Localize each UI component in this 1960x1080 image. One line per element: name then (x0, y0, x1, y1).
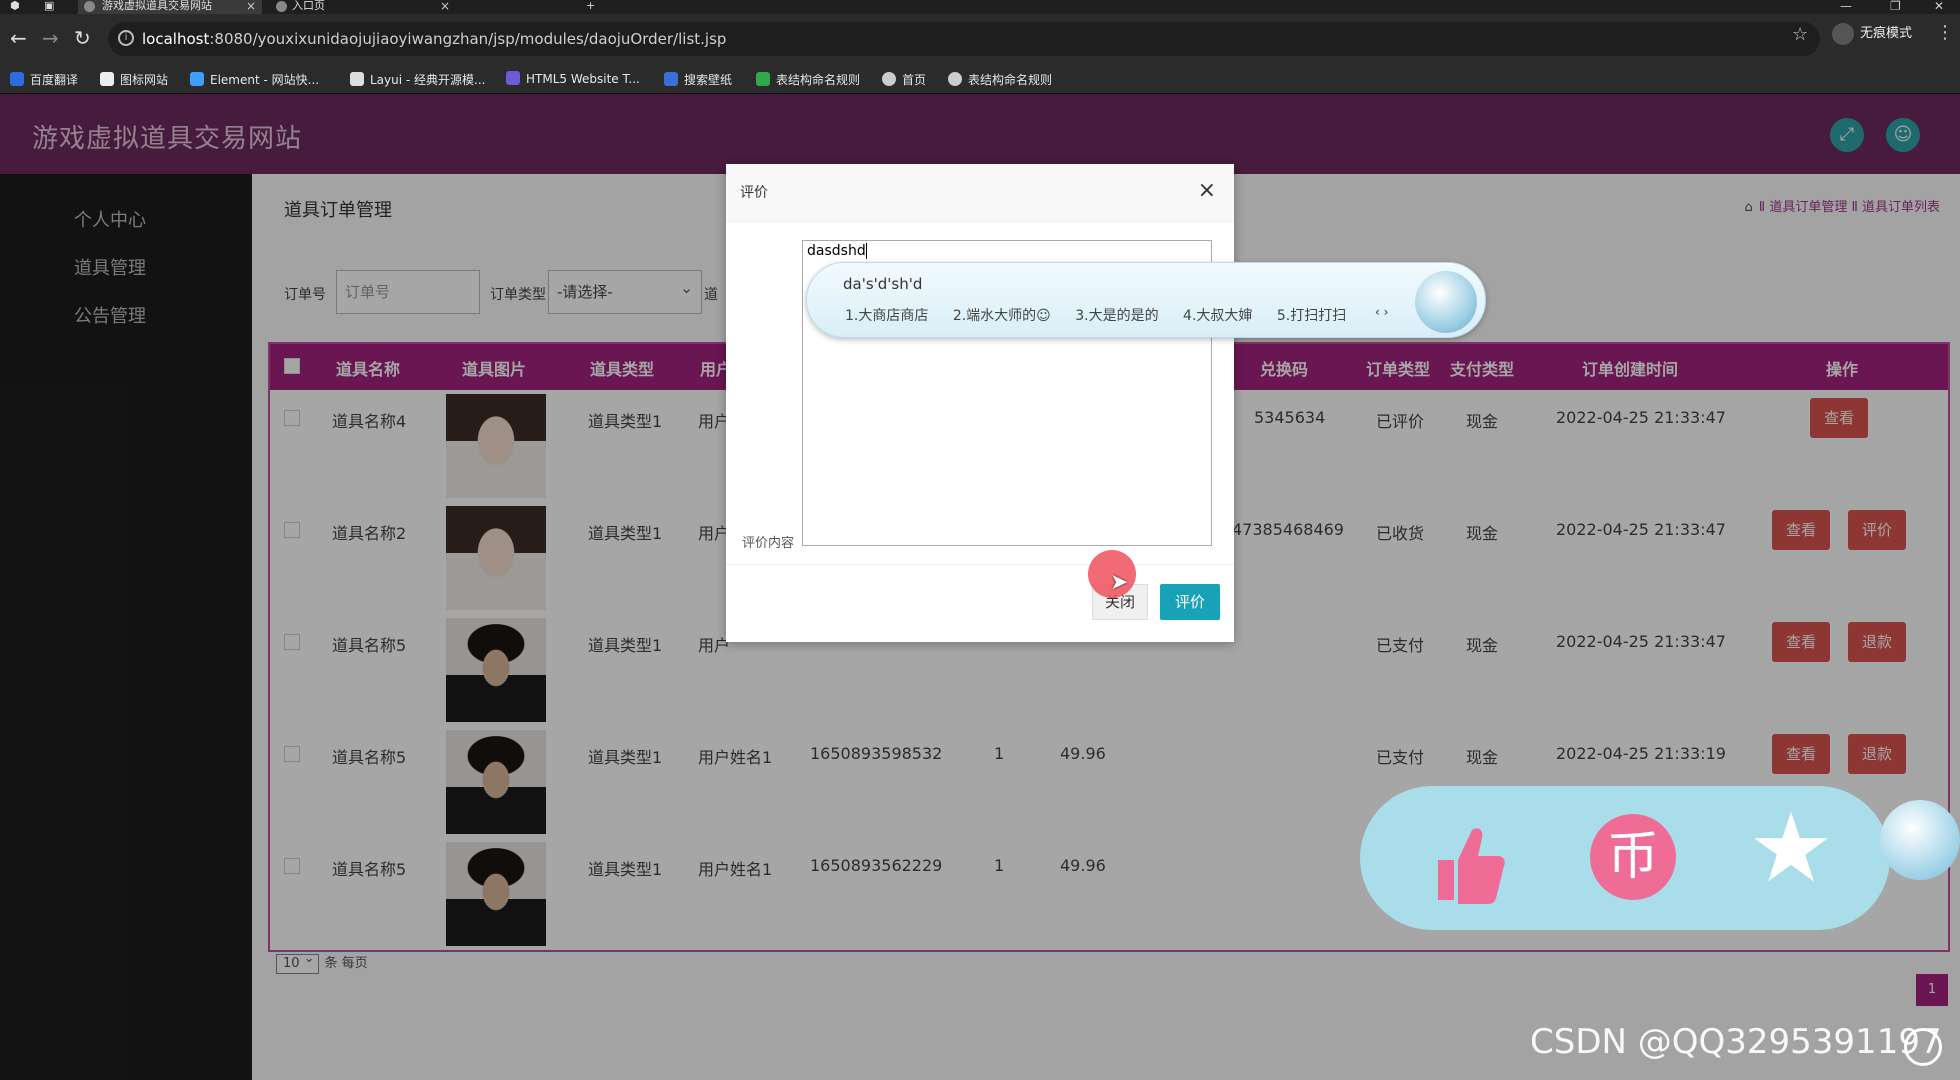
ime-candidate[interactable]: 2.端水大师的☺ (953, 308, 1051, 324)
restore-icon[interactable]: ❐ (1890, 0, 1901, 12)
back-icon[interactable]: ← (10, 28, 27, 48)
bookmark-item[interactable]: Element - 网站快... (190, 71, 319, 88)
browser-tabstrip: ⬢ ▣ 游戏虚拟道具交易网站 × 入口页 × + — ❐ ✕ (0, 0, 1960, 14)
bookmark-item[interactable]: 搜索壁纸 (664, 71, 732, 88)
ime-candidates: 1.大商店商店 2.端水大师的☺ 3.大是的是的 4.大叔大婶 5.打扫打扫 (845, 305, 1366, 325)
browser-menu-icon[interactable]: ⋮ (1936, 22, 1954, 43)
tab-entry[interactable]: 入口页 × (270, 0, 456, 14)
bookmark-item[interactable]: 首页 (882, 71, 926, 88)
site-info-icon[interactable]: i (118, 30, 134, 46)
bookmark-item[interactable]: 表结构命名规则 (948, 71, 1052, 88)
tab-close-icon[interactable]: × (246, 0, 256, 12)
mouse-cursor-icon: ➤ (1110, 570, 1129, 595)
ime-candidate[interactable]: 4.大叔大婶 (1183, 308, 1252, 324)
star-icon: ★ (1748, 792, 1835, 904)
minimize-icon[interactable]: — (1840, 0, 1852, 12)
ime-candidate[interactable]: 1.大商店商店 (845, 308, 928, 324)
tab-search-icon[interactable]: ▣ (44, 0, 62, 14)
incognito-indicator[interactable]: 无痕模式 (1832, 22, 1912, 45)
tab-close-icon[interactable]: × (440, 0, 450, 12)
tab-title: 游戏虚拟道具交易网站 (102, 0, 212, 12)
bookmark-item[interactable]: Layui - 经典开源模... (350, 71, 485, 88)
review-dialog: 评价 × dasdshd 评价内容 关闭 评价 (726, 164, 1234, 642)
ime-pinyin: da's'd'sh'd (843, 275, 923, 293)
thumbs-up-icon (1438, 828, 1505, 904)
text-caret (865, 243, 867, 259)
ime-candidate[interactable]: 3.大是的是的 (1075, 308, 1158, 324)
ime-candidate-bar: da's'd'sh'd 1.大商店商店 2.端水大师的☺ 3.大是的是的 4.大… (806, 262, 1486, 338)
tab-favicon-icon (276, 1, 287, 12)
forward-icon[interactable]: → (42, 28, 59, 48)
watermark-logo-icon (1904, 1028, 1942, 1066)
app-menu-icon[interactable]: ⬢ (10, 0, 28, 14)
tab-favicon-icon (84, 1, 95, 12)
coin-button[interactable]: 币 (1582, 806, 1682, 910)
favorite-button[interactable]: ★ (1744, 798, 1844, 910)
watermark: CSDN @QQ3295391197 (1530, 1022, 1942, 1062)
url-bar[interactable]: i localhost:8080/youxixunidaojujiaoyiwan… (108, 22, 1820, 56)
address-bar-row: ← → ↻ i localhost:8080/youxixunidaojujia… (0, 14, 1960, 64)
tab-title: 入口页 (292, 0, 325, 12)
bookmark-star-icon[interactable]: ☆ (1792, 24, 1808, 45)
like-button[interactable] (1420, 806, 1520, 910)
dialog-header: 评价 × (726, 164, 1234, 222)
ime-candidate[interactable]: 5.打扫打扫 (1277, 308, 1346, 324)
window-close-icon[interactable]: ✕ (1934, 0, 1944, 12)
floating-orb-icon (1880, 800, 1960, 880)
ime-page-arrows-icon[interactable]: ‹ › (1375, 305, 1388, 319)
reload-icon[interactable]: ↻ (74, 28, 91, 48)
dialog-divider (726, 564, 1234, 565)
review-content-label: 评价内容 (742, 536, 795, 551)
bookmark-item[interactable]: 百度翻译 (10, 71, 78, 88)
coin-icon: 币 (1590, 814, 1676, 900)
reaction-pill: 币 ★ (1360, 786, 1890, 930)
incognito-icon (1832, 22, 1854, 45)
new-tab-button[interactable]: + (586, 0, 600, 14)
bookmark-item[interactable]: 表结构命名规则 (756, 71, 860, 88)
bookmark-item[interactable]: HTML5 Website T... (506, 71, 640, 86)
submit-review-button[interactable]: 评价 (1160, 584, 1220, 620)
ime-skin-orb-icon (1415, 271, 1477, 333)
bookmarks-bar: 百度翻译 图标网站 Element - 网站快... Layui - 经典开源模… (0, 64, 1960, 94)
dialog-title: 评价 (740, 185, 768, 201)
url-text[interactable]: localhost:8080/youxixunidaojujiaoyiwangz… (142, 30, 726, 48)
tab-main[interactable]: 游戏虚拟道具交易网站 × (78, 0, 262, 14)
bookmark-item[interactable]: 图标网站 (100, 71, 168, 88)
close-icon[interactable]: × (1198, 178, 1216, 203)
